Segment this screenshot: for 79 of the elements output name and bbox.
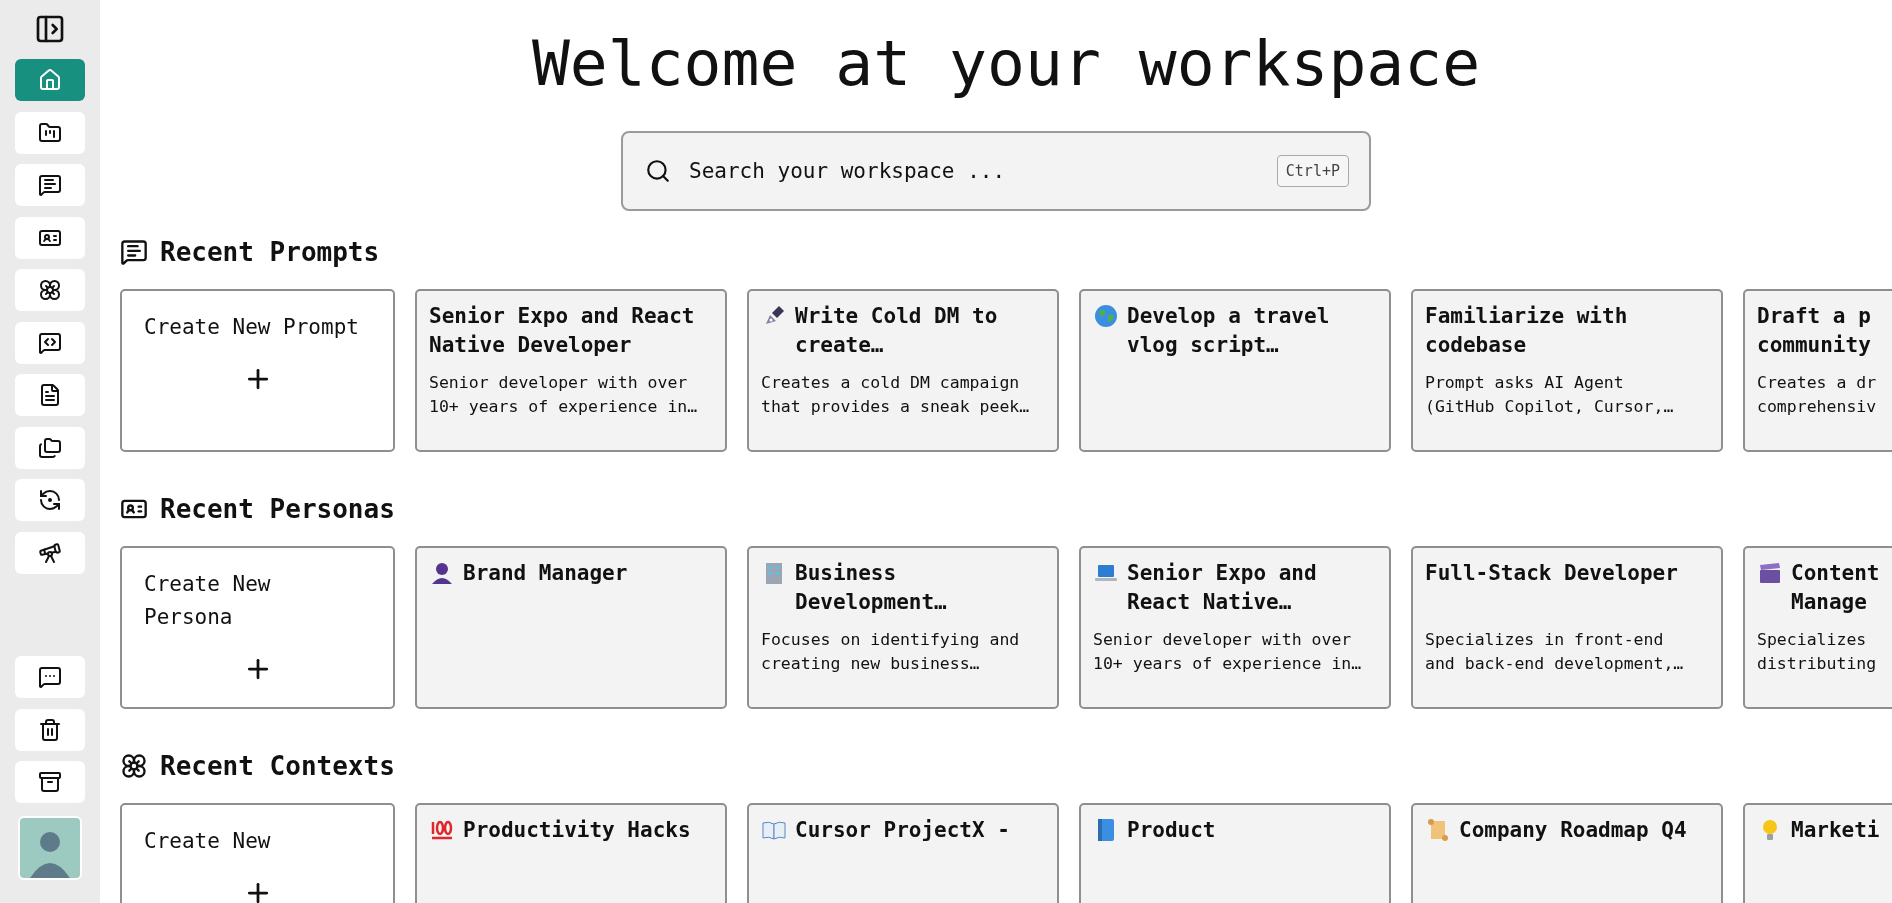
refresh-icon — [38, 488, 62, 512]
section-heading: Recent Prompts — [160, 237, 380, 267]
card-title: Product — [1127, 817, 1216, 844]
item-card[interactable]: Business Development… Focuses on identifying and creating new business… — [747, 546, 1059, 709]
card-title: Draft a p community — [1757, 303, 1871, 359]
card-title: Write Cold DM to create… — [795, 303, 998, 359]
archive-icon — [38, 770, 62, 794]
item-card[interactable]: Full-Stack Developer Specializes in front-end and back-end development,… — [1411, 546, 1723, 709]
code-chat-icon — [38, 330, 62, 355]
clapper-icon — [1757, 560, 1783, 586]
sidebar-button[interactable] — [15, 164, 85, 206]
card-title: Cursor ProjectX - — [795, 817, 1010, 844]
card-title: Content Manage — [1791, 560, 1880, 616]
sidebar-button[interactable] — [15, 321, 85, 364]
card-description: Specializes distributing — [1757, 629, 1878, 675]
item-card[interactable]: Productivity Hacks — [415, 803, 727, 903]
item-card[interactable]: Develop a travel vlog script… — [1079, 289, 1391, 452]
card-title: Productivity Hacks — [463, 817, 691, 844]
sidebar-button[interactable] — [15, 531, 85, 574]
scroll-icon — [1425, 817, 1451, 843]
sidebar-button[interactable] — [15, 708, 85, 751]
avatar-icon[interactable] — [18, 815, 82, 880]
folders-icon — [38, 435, 62, 460]
item-card[interactable]: Brand Manager — [415, 546, 727, 709]
search-input[interactable]: Search your workspace ... — [687, 158, 1261, 184]
chat-icon — [120, 238, 148, 266]
create-persona-button[interactable]: Create New Persona — [120, 546, 395, 709]
card-description: Prompt asks AI Agent (GitHub Copilot, Cursor,… — [1425, 372, 1675, 418]
item-card[interactable]: Senior Expo and React Native… Senior developer with over 10+ years of experience in… — [1079, 546, 1391, 709]
card-description: Senior developer with over 10+ years of experience in… — [429, 372, 699, 418]
card-description: Focuses on identifying and creating new business… — [761, 629, 1021, 675]
create-prompt-button[interactable]: Create New Prompt — [120, 289, 395, 452]
card-description: Senior developer with over 10+ years of experience in… — [1093, 629, 1363, 675]
card-title: Senior Expo and React Native Developer — [429, 303, 695, 359]
item-card[interactable]: Content Manage Specializes distributing — [1743, 546, 1892, 709]
folder-icon — [38, 120, 62, 145]
telescope-icon — [38, 540, 62, 565]
page-title: Welcome at your workspace — [530, 26, 1482, 102]
globe-icon — [1093, 303, 1119, 329]
item-card[interactable]: Senior Expo and React Native Developer Senior developer with over 10+ years of experience in… — [415, 289, 727, 452]
sidebar-button[interactable] — [15, 479, 85, 521]
card-title: Business Development… — [795, 560, 947, 616]
section-heading: Recent Contexts — [160, 751, 395, 781]
item-card[interactable]: Company Roadmap Q4 — [1411, 803, 1723, 903]
sidebar-button[interactable] — [15, 111, 85, 154]
card-description: Specializes in front-end and back-end development,… — [1425, 629, 1685, 675]
chat-icon — [38, 173, 62, 197]
sidebar-button[interactable] — [15, 374, 85, 416]
home-icon — [38, 68, 62, 92]
sidebar-button[interactable] — [15, 656, 85, 698]
item-card[interactable]: Write Cold DM to create… Creates a cold DM campaign that provides a sneak peek… — [747, 289, 1059, 452]
item-card[interactable]: Cursor ProjectX - — [747, 803, 1059, 903]
sidebar-button[interactable] — [15, 269, 85, 311]
item-card[interactable]: Product — [1079, 803, 1391, 903]
item-card[interactable]: Marketi — [1743, 803, 1892, 903]
sidebar-button[interactable] — [15, 426, 85, 469]
flower-icon — [38, 278, 62, 302]
card-title: Marketi — [1791, 817, 1880, 844]
card-description: Creates a dr comprehensiv — [1757, 372, 1878, 418]
person-icon — [429, 560, 455, 586]
chat-dots-icon — [38, 665, 62, 689]
item-card[interactable]: Draft a p community Creates a dr comprehensiv — [1743, 289, 1892, 452]
item-card[interactable]: Familiarize with codebase Prompt asks AI Agent (GitHub Copilot, Cursor,… — [1411, 289, 1723, 452]
card-title: Senior Expo and React Native… — [1127, 560, 1317, 616]
search-icon — [645, 158, 671, 184]
document-icon — [38, 383, 62, 407]
shortcut-hint: Ctrl+P — [1276, 155, 1349, 187]
card-title: Familiarize with codebase — [1425, 303, 1628, 359]
card-title: Company Roadmap Q4 — [1459, 817, 1687, 844]
card-title: Brand Manager — [463, 560, 628, 587]
sidebar-button[interactable] — [15, 216, 85, 259]
create-context-button[interactable]: Create New — [120, 803, 395, 903]
card-description: Creates a cold DM campaign that provides a sneak peek… — [761, 372, 1031, 418]
sidebar-button[interactable] — [15, 761, 85, 803]
section-heading: Recent Personas — [160, 494, 395, 524]
card-title: Develop a travel vlog script… — [1127, 303, 1330, 359]
card-title: Full-Stack Developer — [1425, 560, 1678, 587]
trash-icon — [38, 717, 62, 742]
flower-icon — [120, 752, 148, 780]
